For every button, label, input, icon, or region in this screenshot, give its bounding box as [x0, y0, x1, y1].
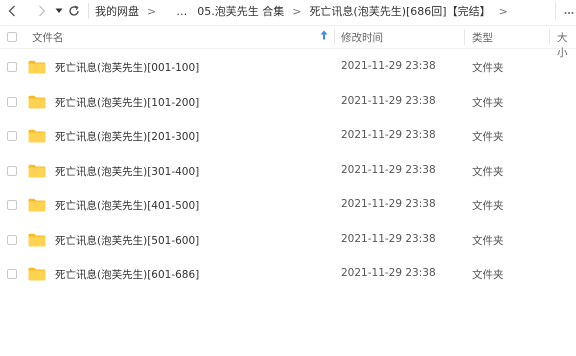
toolbar-right — [555, 0, 576, 22]
row-checkbox[interactable] — [7, 62, 17, 72]
row-checkbox[interactable] — [7, 165, 17, 176]
breadcrumb-root[interactable]: 我的网盘 — [95, 3, 139, 19]
file-row[interactable]: 死亡讯息(泡芙先生)[501-600] 2021-11-29 23:38 文件夹 — [0, 223, 576, 257]
file-type: 文件夹 — [472, 234, 504, 247]
column-header-type[interactable]: 类型 — [472, 30, 493, 45]
toolbar-divider — [555, 2, 556, 20]
back-arrow-icon[interactable] — [4, 3, 20, 19]
breadcrumb-current-folder[interactable]: 死亡讯息(泡芙先生)[686回]【完结】 — [309, 3, 490, 19]
row-checkbox[interactable] — [7, 131, 17, 141]
file-modified-time: 2021-11-29 23:38 — [341, 94, 436, 107]
file-type: 文件夹 — [472, 165, 504, 178]
file-type: 文件夹 — [472, 269, 504, 281]
breadcrumb-separator[interactable]: > — [499, 5, 508, 18]
file-type: 文件夹 — [472, 131, 504, 143]
file-type: 文件夹 — [472, 62, 504, 74]
column-divider[interactable] — [334, 29, 335, 45]
column-divider[interactable] — [464, 29, 465, 45]
row-checkbox[interactable] — [7, 96, 17, 107]
breadcrumb-separator: > — [292, 4, 302, 18]
row-checkbox[interactable] — [7, 234, 17, 245]
row-checkbox[interactable] — [7, 200, 17, 210]
folder-icon — [28, 267, 46, 281]
file-modified-time: 2021-11-29 23:38 — [341, 232, 436, 245]
column-header-name[interactable]: 文件名 — [32, 30, 64, 45]
file-name[interactable]: 死亡讯息(泡芙先生)[001-100] — [55, 60, 199, 75]
column-header-modified[interactable]: 修改时间 — [341, 30, 383, 45]
file-name[interactable]: 死亡讯息(泡芙先生)[401-500] — [55, 198, 199, 213]
file-name[interactable]: 死亡讯息(泡芙先生)[501-600] — [55, 233, 199, 248]
file-type: 文件夹 — [472, 200, 504, 212]
select-all-checkbox[interactable] — [7, 32, 17, 42]
file-row[interactable]: 死亡讯息(泡芙先生)[301-400] 2021-11-29 23:38 文件夹 — [0, 154, 576, 188]
file-name[interactable]: 死亡讯息(泡芙先生)[201-300] — [55, 129, 199, 144]
breadcrumb-separator: > — [147, 4, 157, 18]
file-row[interactable]: 死亡讯息(泡芙先生)[601-686] 2021-11-29 23:38 文件夹 — [0, 257, 576, 291]
file-name[interactable]: 死亡讯息(泡芙先生)[101-200] — [55, 95, 199, 110]
sort-ascending-icon[interactable] — [320, 30, 328, 43]
file-name[interactable]: 死亡讯息(泡芙先生)[301-400] — [55, 164, 199, 179]
toolbar-divider — [88, 3, 89, 19]
file-row[interactable]: 死亡讯息(泡芙先生)[201-300] 2021-11-29 23:38 文件夹 — [0, 119, 576, 153]
folder-icon — [28, 233, 46, 247]
file-row[interactable]: 死亡讯息(泡芙先生)[401-500] 2021-11-29 23:38 文件夹 — [0, 188, 576, 222]
breadcrumb-collection[interactable]: 05.泡芙先生 合集 — [197, 3, 284, 19]
breadcrumb-ellipsis[interactable]: … — [176, 5, 187, 18]
file-name[interactable]: 死亡讯息(泡芙先生)[601-686] — [55, 267, 199, 282]
file-row[interactable]: 死亡讯息(泡芙先生)[001-100] 2021-11-29 23:38 文件夹 — [0, 50, 576, 84]
folder-icon — [28, 95, 46, 109]
file-modified-time: 2021-11-29 23:38 — [341, 129, 436, 141]
refresh-icon[interactable] — [66, 3, 82, 19]
file-modified-time: 2021-11-29 23:38 — [341, 60, 436, 72]
file-type: 文件夹 — [472, 96, 504, 109]
folder-icon — [28, 129, 46, 143]
more-options-icon[interactable] — [564, 5, 576, 18]
history-dropdown-icon[interactable] — [54, 3, 64, 19]
file-modified-time: 2021-11-29 23:38 — [341, 267, 436, 279]
forward-arrow-icon[interactable] — [34, 3, 50, 19]
file-row[interactable]: 死亡讯息(泡芙先生)[101-200] 2021-11-29 23:38 文件夹 — [0, 85, 576, 119]
row-checkbox[interactable] — [7, 269, 17, 279]
navigation-bar: 我的网盘 > … 05.泡芙先生 合集 > 死亡讯息(泡芙先生)[686回]【完… — [0, 0, 576, 22]
folder-icon — [28, 60, 46, 74]
file-modified-time: 2021-11-29 23:38 — [341, 163, 436, 176]
folder-icon — [28, 198, 46, 212]
folder-icon — [28, 164, 46, 178]
file-list-header: 文件名 修改时间 类型 大小 — [0, 25, 576, 59]
column-divider[interactable] — [549, 29, 550, 45]
file-modified-time: 2021-11-29 23:38 — [341, 198, 436, 210]
